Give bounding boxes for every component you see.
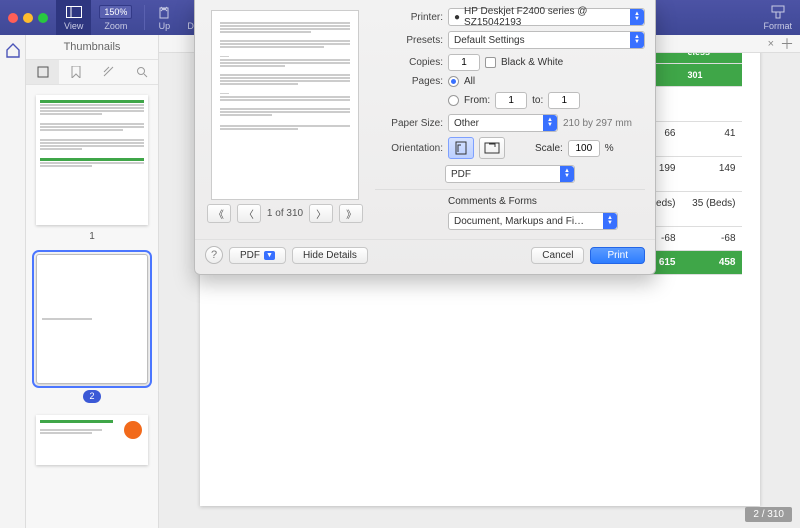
- zoom-window[interactable]: [38, 13, 48, 23]
- home-icon[interactable]: [4, 41, 22, 59]
- copies-label: Copies:: [375, 57, 443, 68]
- bw-label: Black & White: [501, 57, 563, 68]
- pages-to-label: to:: [532, 95, 543, 106]
- pages-all-radio[interactable]: [448, 76, 459, 87]
- preview-prev[interactable]: 〈: [237, 204, 261, 223]
- thumbnails-tabs: [26, 59, 158, 85]
- preview-first[interactable]: 《: [207, 204, 231, 223]
- print-settings: Printer: ●HP Deskjet F2400 series @ SZ15…: [375, 8, 645, 235]
- scale-pct: %: [605, 143, 614, 154]
- zoom-label: Zoom: [104, 21, 127, 31]
- zoom-button[interactable]: 150% Zoom: [91, 0, 140, 35]
- print-dialog: ——— ——— 《 〈 1 of 310 〉 》 Printer: ●HP De…: [194, 0, 656, 275]
- pages-all-label: All: [464, 76, 475, 87]
- up-label: Up: [159, 21, 171, 31]
- page-up-button[interactable]: Up: [149, 0, 179, 35]
- arrow-up-icon: [157, 4, 171, 20]
- close-window[interactable]: [8, 13, 18, 23]
- paper-label: Paper Size:: [375, 118, 443, 129]
- left-rail: [0, 35, 26, 528]
- print-button[interactable]: Print: [590, 247, 645, 264]
- preview-last[interactable]: 》: [339, 204, 363, 223]
- pages-label: Pages:: [375, 76, 443, 87]
- copies-input[interactable]: [448, 54, 480, 71]
- orientation-portrait[interactable]: [448, 137, 474, 159]
- page-indicator: 2 / 310: [745, 507, 792, 522]
- bw-checkbox[interactable]: [485, 57, 496, 68]
- annotation-icon: [124, 421, 142, 439]
- thumbnail-page-3[interactable]: [36, 415, 148, 465]
- close-tab-icon[interactable]: ×: [768, 38, 774, 50]
- preview-next[interactable]: 〉: [309, 204, 333, 223]
- paper-dim: 210 by 297 mm: [563, 118, 632, 129]
- orientation-landscape[interactable]: [479, 137, 505, 159]
- printer-label: Printer:: [375, 12, 443, 23]
- comments-forms-label: Comments & Forms: [448, 196, 537, 207]
- add-tab-icon[interactable]: ＋: [780, 34, 794, 54]
- tab-annotations[interactable]: [92, 60, 125, 84]
- brush-icon: [770, 4, 786, 20]
- presets-select[interactable]: Default Settings▲▼: [448, 31, 645, 49]
- orientation-label: Orientation:: [375, 143, 443, 154]
- scale-label: Scale:: [535, 143, 563, 154]
- pages-from-label: From:: [464, 95, 490, 106]
- print-preview: ——— ——— 《 〈 1 of 310 〉 》: [205, 8, 365, 235]
- pages-to-input[interactable]: [548, 92, 580, 109]
- pages-range-radio[interactable]: [448, 95, 459, 106]
- cancel-button[interactable]: Cancel: [531, 247, 584, 264]
- thumbnails-title: Thumbnails: [26, 35, 158, 59]
- pdf-dropdown[interactable]: PDF▼: [229, 247, 286, 264]
- window-controls: [0, 13, 56, 23]
- thumbnail-page-2[interactable]: [36, 254, 148, 384]
- format-button[interactable]: Format: [755, 0, 800, 35]
- preview-page: ——— ———: [211, 10, 359, 200]
- thumbnails-panel: Thumbnails 1 2: [26, 35, 159, 528]
- tab-search[interactable]: [125, 60, 158, 84]
- help-button[interactable]: ?: [205, 246, 223, 264]
- hide-details-button[interactable]: Hide Details: [292, 247, 368, 264]
- view-button[interactable]: View: [56, 0, 91, 35]
- scale-input[interactable]: [568, 140, 600, 157]
- preview-counter: 1 of 310: [267, 208, 303, 219]
- thumbnail-page-1[interactable]: [36, 95, 148, 225]
- presets-label: Presets:: [375, 35, 443, 46]
- zoom-value[interactable]: 150%: [99, 5, 132, 19]
- thumb-label-2: 2: [36, 390, 148, 403]
- thumbnails-list[interactable]: 1 2: [26, 85, 158, 528]
- printer-select[interactable]: ●HP Deskjet F2400 series @ SZ15042193▲▼: [448, 8, 645, 26]
- pages-from-input[interactable]: [495, 92, 527, 109]
- format-label: Format: [763, 21, 792, 31]
- print-menu-select[interactable]: PDF▲▼: [445, 165, 575, 183]
- paper-select[interactable]: Other▲▼: [448, 114, 558, 132]
- view-label: View: [64, 21, 83, 31]
- sidebar-icon: [66, 4, 82, 20]
- tab-bookmarks[interactable]: [59, 60, 92, 84]
- comments-forms-select[interactable]: Document, Markups and Fi…▲▼: [448, 212, 618, 230]
- tab-thumbnails[interactable]: [26, 60, 59, 84]
- thumb-label-1: 1: [36, 231, 148, 242]
- minimize-window[interactable]: [23, 13, 33, 23]
